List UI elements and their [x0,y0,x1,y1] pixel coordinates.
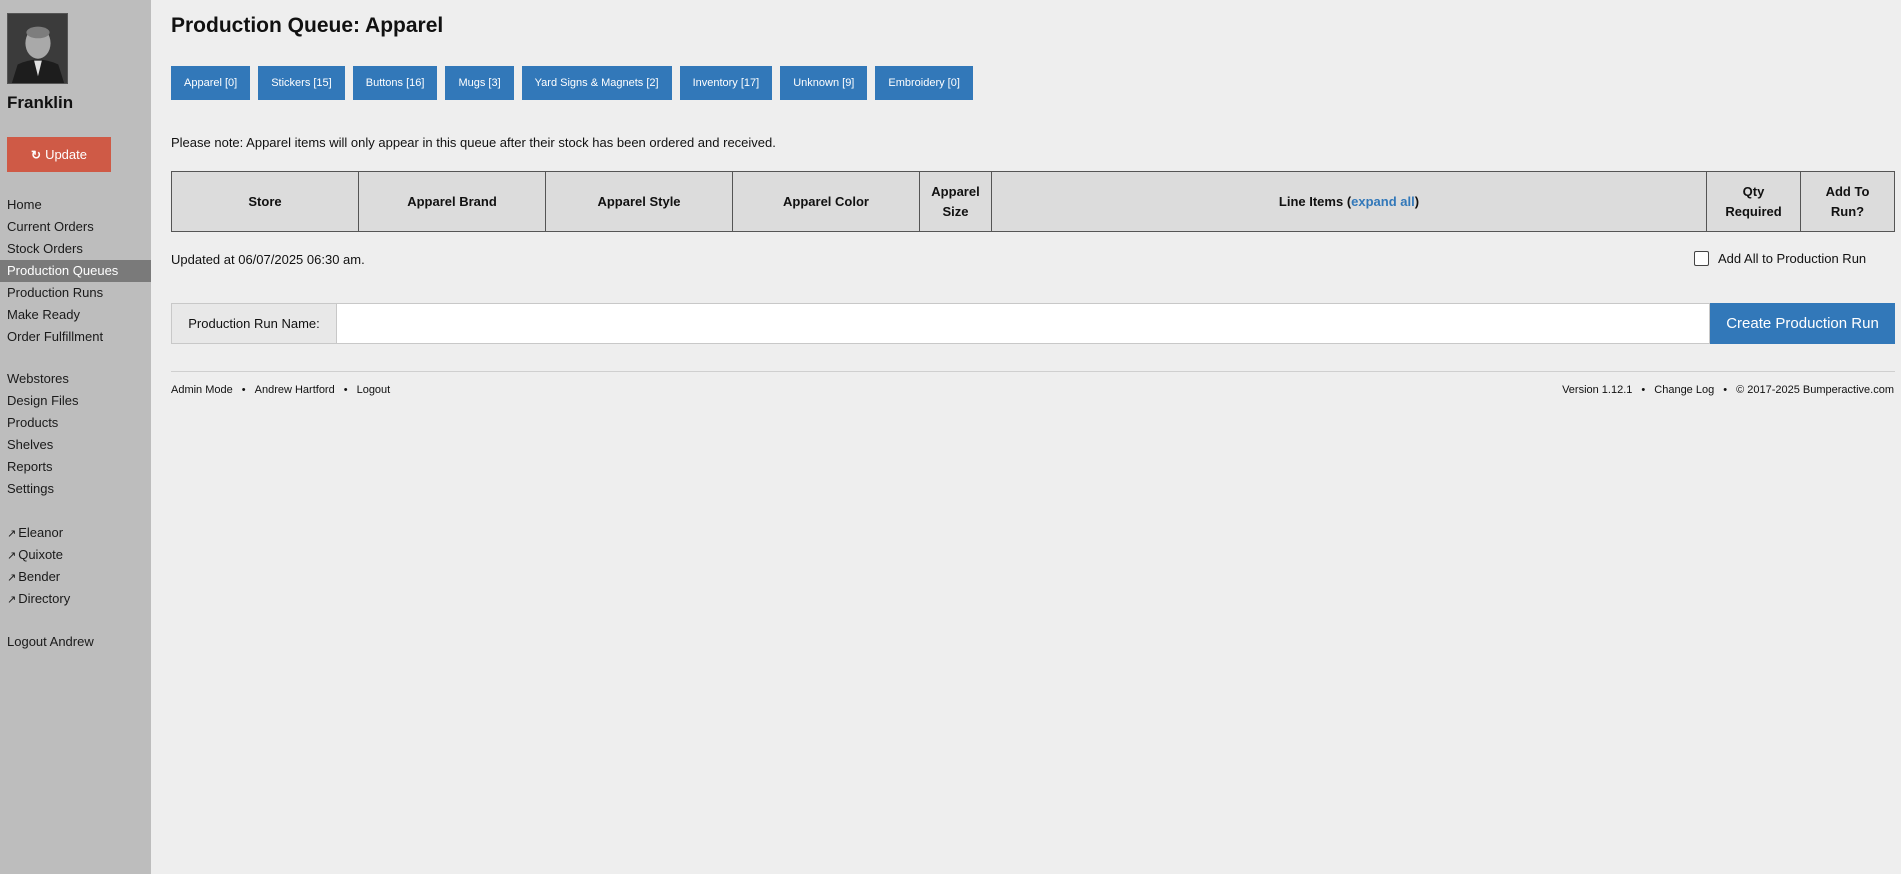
add-all-checkbox[interactable] [1694,251,1709,266]
queue-tabs: Apparel [0] Stickers [15] Buttons [16] M… [171,66,973,100]
production-run-name-label: Production Run Name: [171,303,336,344]
sidebar-item-production-runs[interactable]: Production Runs [0,282,151,304]
create-production-run-button[interactable]: Create Production Run [1710,303,1895,344]
footer-separator: • [343,384,348,396]
column-header-label: Size [942,203,969,219]
sidebar-item-home[interactable]: Home [0,194,151,216]
sidebar: Franklin ↻ Update Home Current Orders St… [0,0,151,874]
footer-divider [171,371,1895,372]
column-header-add-to-run: Add To Run? [1800,171,1895,232]
footer-logout-link[interactable]: Logout [357,384,391,396]
footer-separator: • [1641,384,1646,396]
sidebar-item-directory[interactable]: ↗ Directory [0,588,151,610]
tab-yard-signs-magnets[interactable]: Yard Signs & Magnets [2] [521,66,672,100]
external-nav: ↗ Eleanor ↗ Quixote ↗ Bender ↗ Directory [0,522,151,610]
update-button-label: Update [45,147,87,162]
queue-table: Store Apparel Brand Apparel Style Appare… [171,171,1895,232]
column-header-label: Qty [1742,183,1765,199]
column-header-apparel-style: Apparel Style [545,171,733,232]
sidebar-item-make-ready[interactable]: Make Ready [0,304,151,326]
column-header-apparel-brand: Apparel Brand [358,171,546,232]
page-title: Production Queue: Apparel [171,14,444,37]
sidebar-item-eleanor[interactable]: ↗ Eleanor [0,522,151,544]
sidebar-item-label: Bender [18,569,61,584]
sidebar-item-current-orders[interactable]: Current Orders [0,216,151,238]
table-header-row: Store Apparel Brand Apparel Style Appare… [171,171,1895,232]
change-log-link[interactable]: Change Log [1654,384,1714,396]
secondary-nav: Webstores Design Files Products Shelves … [0,368,151,500]
queue-note: Please note: Apparel items will only app… [171,135,776,150]
sidebar-item-products[interactable]: Products [0,412,151,434]
column-header-label: Run? [1830,203,1865,219]
tab-stickers[interactable]: Stickers [15] [258,66,345,100]
sidebar-item-design-files[interactable]: Design Files [0,390,151,412]
version-text: Version 1.12.1 [1562,384,1633,396]
column-header-store: Store [171,171,359,232]
sidebar-item-label: Eleanor [18,525,64,540]
production-run-name-input[interactable] [336,303,1710,344]
sidebar-item-reports[interactable]: Reports [0,456,151,478]
column-header-line-items: Line Items (expand all) [991,171,1707,232]
logout-nav: Logout Andrew [0,631,151,653]
column-header-label: Line Items ( [1278,193,1352,209]
user-name: Franklin [7,93,74,112]
sidebar-item-settings[interactable]: Settings [0,478,151,500]
external-link-icon: ↗ [7,572,17,584]
column-header-apparel-color: Apparel Color [732,171,920,232]
copyright-text: © 2017-2025 Bumperactive.com [1736,384,1894,396]
sidebar-logout-link[interactable]: Logout Andrew [0,631,151,653]
add-all-to-run: Add All to Production Run [1694,251,1894,266]
avatar [7,13,68,84]
external-link-icon: ↗ [7,528,17,540]
sidebar-item-shelves[interactable]: Shelves [0,434,151,456]
footer-user-link[interactable]: Andrew Hartford [255,384,335,396]
add-all-label: Add All to Production Run [1718,251,1867,266]
footer-separator: • [1723,384,1728,396]
sidebar-item-webstores[interactable]: Webstores [0,368,151,390]
sidebar-item-order-fulfillment[interactable]: Order Fulfillment [0,326,151,348]
tab-inventory[interactable]: Inventory [17] [679,66,773,100]
tab-embroidery[interactable]: Embroidery [0] [875,66,973,100]
avatar-portrait-icon [8,14,67,83]
sidebar-item-bender[interactable]: ↗ Bender [0,566,151,588]
footer-separator: • [241,384,246,396]
column-header-label: Apparel [931,183,980,199]
sidebar-item-label: Quixote [18,547,64,562]
column-header-label: Add To [1825,183,1870,199]
column-header-label: Required [1725,203,1782,219]
external-link-icon: ↗ [7,594,17,606]
production-run-form: Production Run Name: Create Production R… [171,303,1895,344]
column-header-label: ) [1414,193,1420,209]
tab-buttons[interactable]: Buttons [16] [352,66,438,100]
tab-apparel[interactable]: Apparel [0] [171,66,251,100]
footer-right: Version 1.12.1 • Change Log • © 2017-202… [1562,384,1894,396]
tab-mugs[interactable]: Mugs [3] [445,66,514,100]
expand-all-link[interactable]: expand all [1351,194,1415,209]
sidebar-item-stock-orders[interactable]: Stock Orders [0,238,151,260]
tab-unknown[interactable]: Unknown [9] [780,66,868,100]
refresh-icon: ↻ [31,147,42,162]
updated-timestamp: Updated at 06/07/2025 06:30 am. [171,252,365,267]
footer-left: Admin Mode • Andrew Hartford • Logout [171,384,390,396]
column-header-qty-required: Qty Required [1706,171,1801,232]
admin-mode-text: Admin Mode [171,384,233,396]
external-link-icon: ↗ [7,550,17,562]
column-header-apparel-size: Apparel Size [919,171,992,232]
sidebar-item-label: Directory [18,591,71,606]
sidebar-item-production-queues[interactable]: Production Queues [0,260,151,282]
update-button[interactable]: ↻ Update [7,137,111,172]
sidebar-item-quixote[interactable]: ↗ Quixote [0,544,151,566]
primary-nav: Home Current Orders Stock Orders Product… [0,194,151,348]
